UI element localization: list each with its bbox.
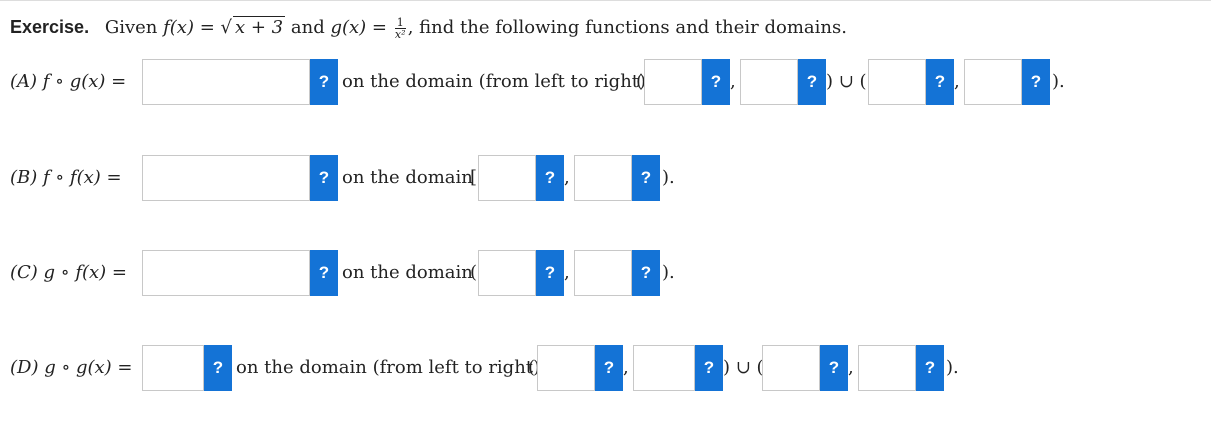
- part-d-function-input[interactable]: [142, 345, 204, 391]
- f-radicand: x + 3: [233, 16, 286, 38]
- part-d-function-help-icon[interactable]: ?: [204, 345, 232, 391]
- part-b-close: ).: [662, 167, 675, 188]
- part-c-function-help-icon[interactable]: ?: [310, 250, 338, 296]
- part-a-function-input[interactable]: [142, 59, 310, 105]
- part-c-open: (: [470, 262, 478, 283]
- part-a-union: ) ∪ (: [826, 71, 867, 92]
- sqrt-symbol: √: [220, 17, 232, 38]
- part-d-domain-input-2[interactable]: [633, 345, 695, 391]
- part-c-domain-text: on the domain: [342, 262, 473, 283]
- part-c-function-input[interactable]: [142, 250, 310, 296]
- top-divider: [0, 0, 1211, 1]
- and-text: and: [290, 17, 325, 38]
- part-a-label: (A) f ∘ g(x) =: [10, 71, 127, 92]
- part-b-domain-input-2[interactable]: [574, 155, 632, 201]
- part-c-label: (C) g ∘ f(x) =: [10, 262, 127, 283]
- part-d-domain-input-4[interactable]: [858, 345, 916, 391]
- part-b-function-help-icon[interactable]: ?: [310, 155, 338, 201]
- part-a-help-icon-4[interactable]: ?: [1022, 59, 1050, 105]
- part-d-help-icon-1[interactable]: ?: [595, 345, 623, 391]
- f-definition-lhs: f(x) =: [163, 17, 215, 38]
- part-c-help-icon-2[interactable]: ?: [632, 250, 660, 296]
- part-c-close: ).: [662, 262, 675, 283]
- part-a-open: (: [636, 71, 644, 92]
- part-a-comma-1: ,: [730, 71, 736, 92]
- given-text: Given: [104, 17, 158, 38]
- part-a-domain-input-4[interactable]: [964, 59, 1022, 105]
- part-c-comma: ,: [564, 262, 570, 283]
- part-c-help-icon-1[interactable]: ?: [536, 250, 564, 296]
- part-d-domain-text: on the domain (from left to right): [236, 357, 541, 378]
- part-d-help-icon-3[interactable]: ?: [820, 345, 848, 391]
- part-a-close: ).: [1052, 71, 1065, 92]
- problem-statement: Exercise. Given f(x) = √ x + 3 and g(x) =…: [10, 16, 847, 40]
- part-c-domain-input-1[interactable]: [478, 250, 536, 296]
- part-a-comma-2: ,: [954, 71, 960, 92]
- part-a-domain-text: on the domain (from left to right): [342, 71, 647, 92]
- part-d-help-icon-4[interactable]: ?: [916, 345, 944, 391]
- part-d-label: (D) g ∘ g(x) =: [10, 357, 133, 378]
- part-a-domain-input-1[interactable]: [644, 59, 702, 105]
- part-a-help-icon-2[interactable]: ?: [798, 59, 826, 105]
- part-c-domain-input-2[interactable]: [574, 250, 632, 296]
- part-b-open: [: [470, 167, 478, 188]
- part-a-domain-input-3[interactable]: [868, 59, 926, 105]
- part-a-help-icon-1[interactable]: ?: [702, 59, 730, 105]
- g-fraction: 1 x²: [394, 15, 406, 41]
- part-b-help-icon-2[interactable]: ?: [632, 155, 660, 201]
- part-b-comma: ,: [564, 167, 570, 188]
- g-definition-lhs: g(x) =: [330, 17, 387, 38]
- part-a-help-icon-3[interactable]: ?: [926, 59, 954, 105]
- part-b-domain-text: on the domain: [342, 167, 473, 188]
- part-b-function-input[interactable]: [142, 155, 310, 201]
- part-b-help-icon-1[interactable]: ?: [536, 155, 564, 201]
- part-d-comma-1: ,: [623, 357, 629, 378]
- exercise-label: Exercise.: [10, 17, 90, 37]
- part-d-domain-input-3[interactable]: [762, 345, 820, 391]
- part-b-domain-input-1[interactable]: [478, 155, 536, 201]
- part-d-domain-input-1[interactable]: [537, 345, 595, 391]
- part-b-label: (B) f ∘ f(x) =: [10, 167, 122, 188]
- part-a-domain-input-2[interactable]: [740, 59, 798, 105]
- statement-rest: , find the following functions and their…: [407, 17, 847, 38]
- part-d-open: (: [528, 357, 536, 378]
- part-d-close: ).: [946, 357, 959, 378]
- part-d-help-icon-2[interactable]: ?: [695, 345, 723, 391]
- part-d-comma-2: ,: [848, 357, 854, 378]
- part-d-union: ) ∪ (: [723, 357, 764, 378]
- part-a-function-help-icon[interactable]: ?: [310, 59, 338, 105]
